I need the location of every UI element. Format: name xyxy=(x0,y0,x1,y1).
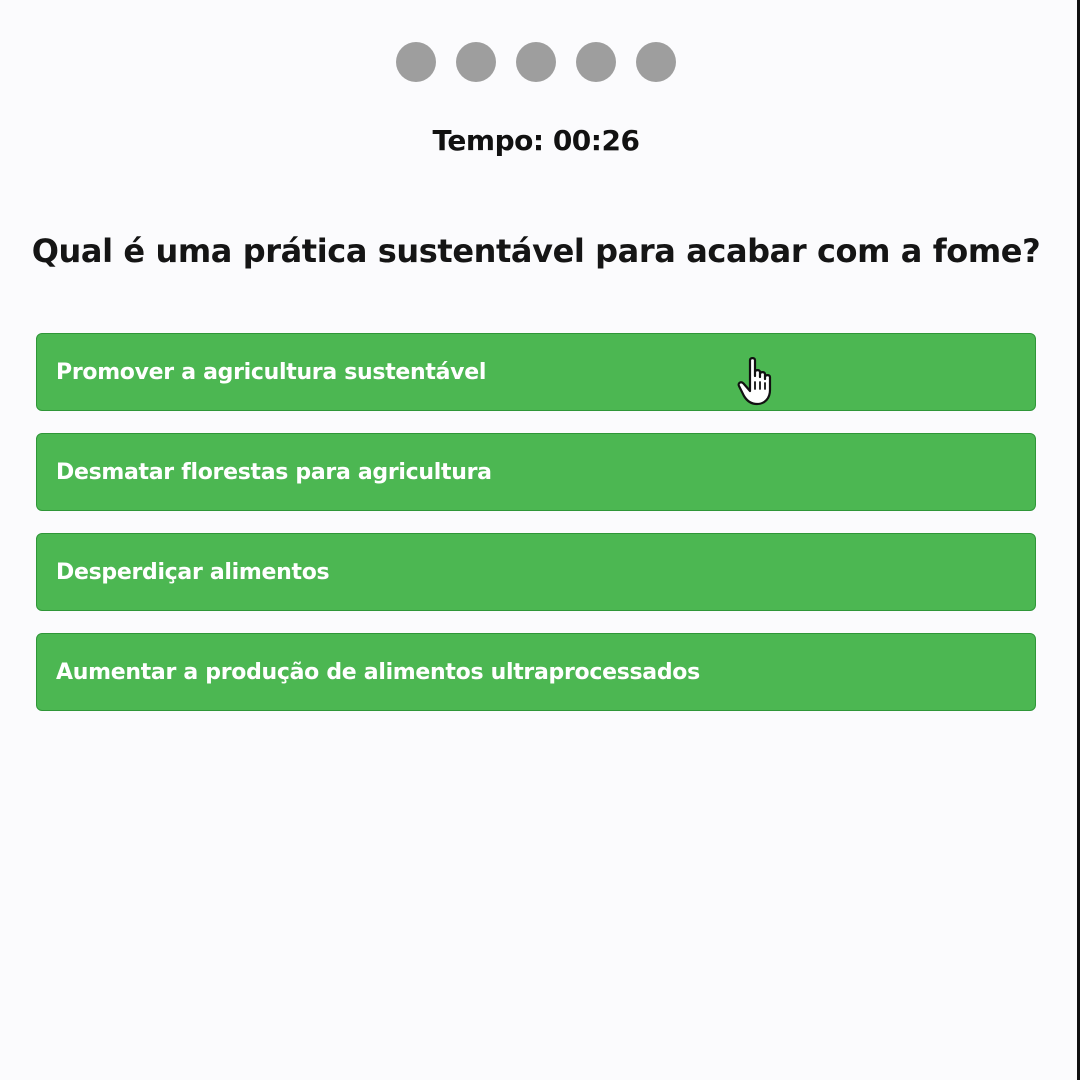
progress-dot-2 xyxy=(456,42,496,82)
answer-button-3[interactable]: Desperdiçar alimentos xyxy=(36,533,1036,611)
progress-dot-3 xyxy=(516,42,556,82)
answer-list: Promover a agricultura sustentável Desma… xyxy=(36,333,1036,733)
timer-label: Tempo: 00:26 xyxy=(432,124,640,157)
answer-button-4[interactable]: Aumentar a produção de alimentos ultrapr… xyxy=(36,633,1036,711)
question-title: Qual é uma prática sustentável para acab… xyxy=(31,232,1041,270)
progress-dot-1 xyxy=(396,42,436,82)
answer-button-2[interactable]: Desmatar florestas para agricultura xyxy=(36,433,1036,511)
hand-pointer-icon xyxy=(737,357,772,406)
progress-dot-5 xyxy=(636,42,676,82)
answer-button-1[interactable]: Promover a agricultura sustentável xyxy=(36,333,1036,411)
progress-dot-4 xyxy=(576,42,616,82)
progress-indicator xyxy=(0,42,1072,82)
